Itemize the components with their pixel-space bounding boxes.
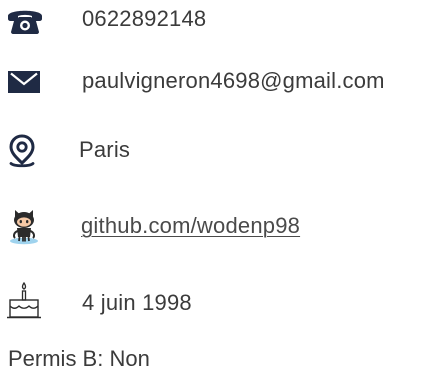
license-row: Permis B: Non — [0, 338, 434, 378]
phone-number: 0622892148 — [82, 6, 207, 31]
phone-row: 0622892148 — [0, 0, 434, 40]
github-link[interactable]: github.com/wodenp98 — [81, 213, 300, 239]
location-city: Paris — [79, 137, 131, 162]
map-pin-icon — [8, 134, 36, 168]
phone-icon — [6, 6, 44, 34]
envelope-icon — [8, 71, 40, 93]
birthday-row: 4 juin 1998 — [0, 282, 434, 322]
github-row: github.com/wodenp98 — [0, 205, 434, 245]
driving-license-status: Permis B: Non — [8, 346, 150, 371]
contact-list: 0622892148 paulvigneron4698@gmail.com Pa… — [0, 0, 434, 376]
email-address[interactable]: paulvigneron4698@gmail.com — [82, 68, 385, 94]
birthday-cake-icon — [6, 282, 42, 320]
email-row: paulvigneron4698@gmail.com — [0, 62, 434, 102]
github-octocat-icon — [8, 207, 40, 245]
location-row: Paris — [0, 131, 434, 171]
birth-date: 4 juin 1998 — [82, 290, 192, 315]
